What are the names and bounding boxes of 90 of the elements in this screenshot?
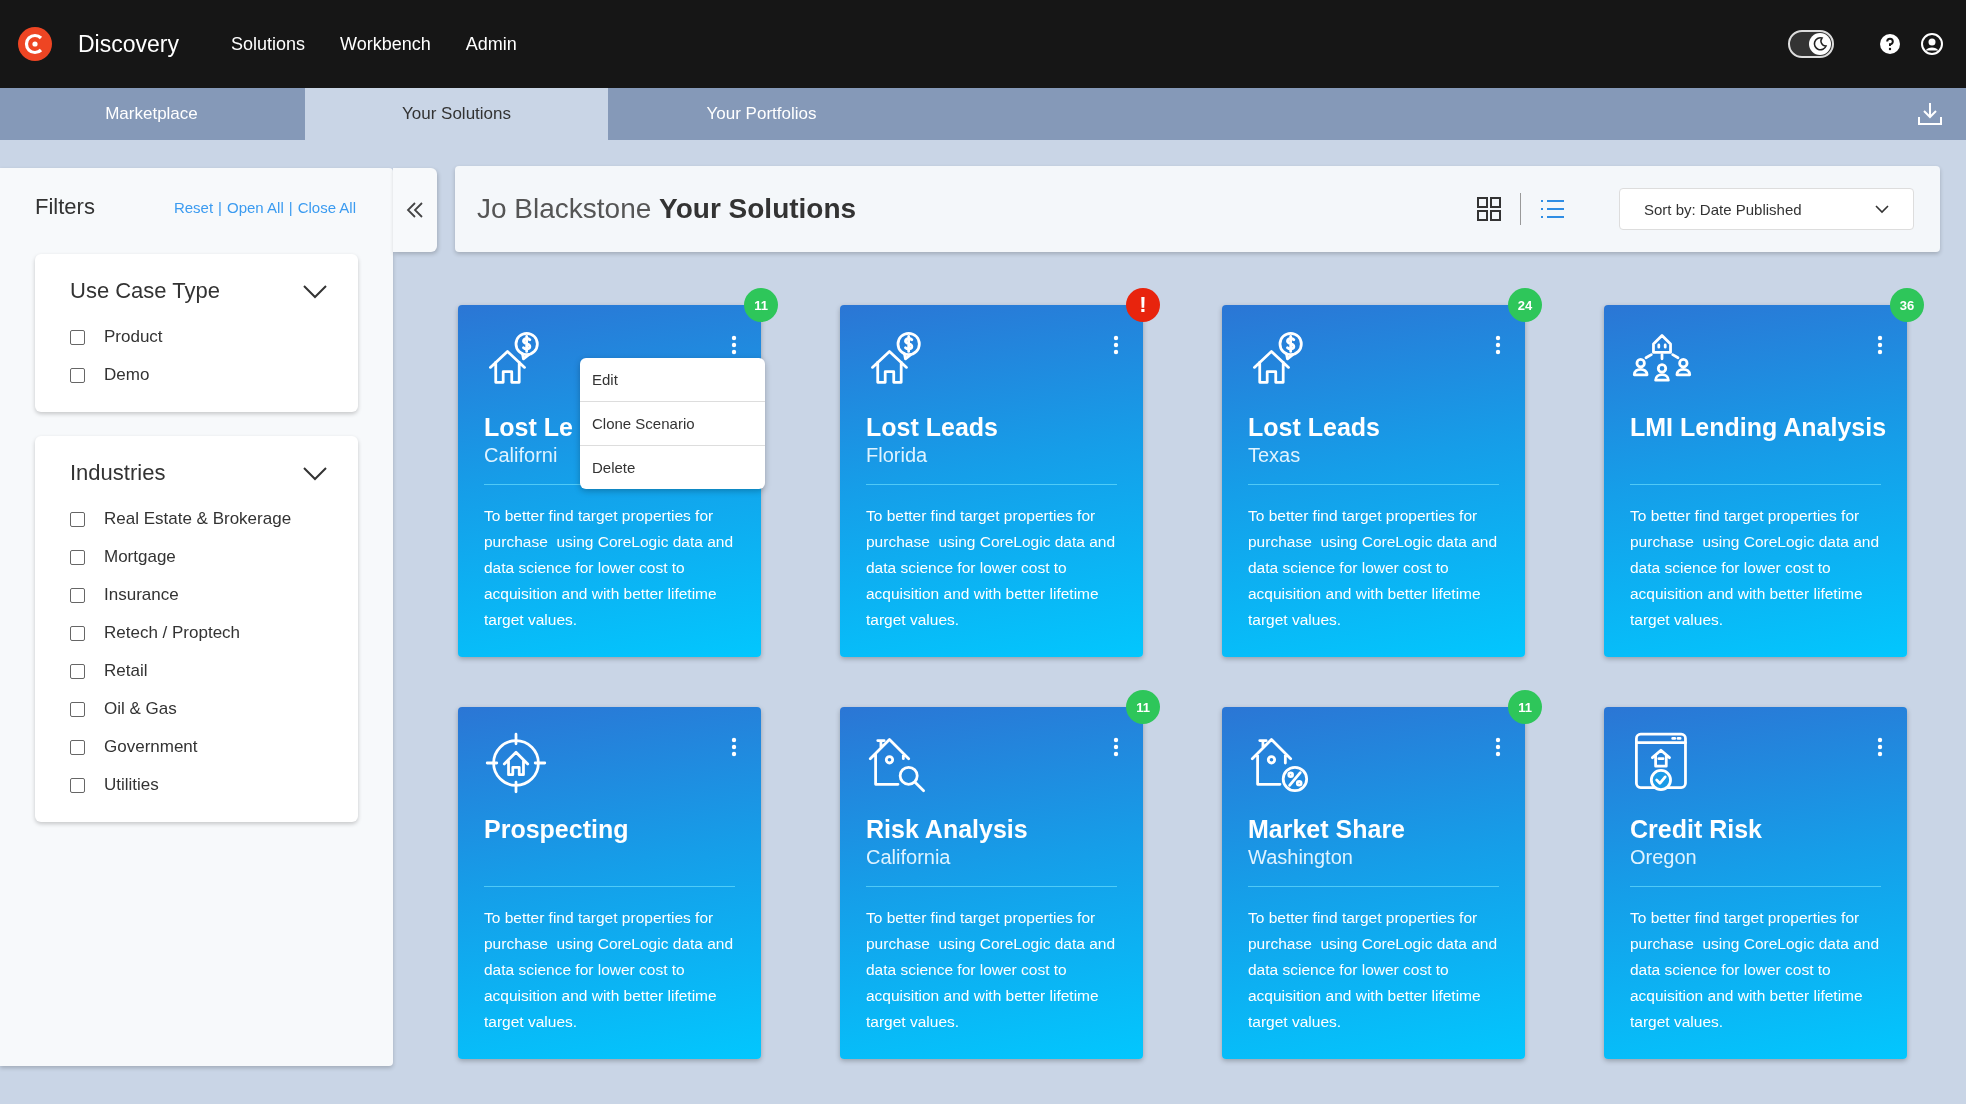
card-subtitle: Texas bbox=[1248, 444, 1301, 466]
link-separator: | bbox=[288, 198, 293, 216]
option-label: Mortgage bbox=[104, 547, 176, 567]
download-icon[interactable] bbox=[1916, 100, 1944, 128]
more-options-icon[interactable] bbox=[731, 737, 737, 757]
menu-item[interactable]: Clone Scenario bbox=[580, 401, 765, 445]
option-label: Oil & Gas bbox=[104, 699, 177, 719]
tab[interactable]: Marketplace bbox=[0, 88, 303, 140]
section-title: Industries bbox=[70, 460, 166, 486]
page-title: Jo Blackstone Your Solutions bbox=[477, 193, 858, 225]
solution-card[interactable]: Credit Risk Oregon To better find target properties for purchase using CoreLogic data and data science for lower cost to acquisition and with better lifetime target values. bbox=[1604, 707, 1907, 1059]
sort-dropdown[interactable]: Sort by: Date Published bbox=[1619, 188, 1914, 230]
moon-icon bbox=[1812, 36, 1828, 52]
card-title: Lost Le bbox=[484, 413, 573, 442]
checkbox[interactable] bbox=[70, 511, 85, 527]
filter-link[interactable]: Open All bbox=[227, 198, 284, 216]
card-description: To better find target properties for purchase using CoreLogic data and data science for lower cost to acquisition and with better lifetime target values. bbox=[866, 908, 1117, 1032]
alert-badge: ! bbox=[1126, 288, 1160, 322]
checkbox[interactable] bbox=[70, 777, 85, 793]
chevron-icon[interactable] bbox=[302, 465, 328, 481]
more-options-icon[interactable] bbox=[1495, 737, 1501, 757]
card-subtitle: California bbox=[866, 846, 951, 868]
help-icon[interactable] bbox=[1878, 32, 1902, 56]
checkbox[interactable] bbox=[70, 329, 85, 345]
filters-title: Filters bbox=[35, 194, 96, 220]
filter-link[interactable]: Reset bbox=[173, 198, 214, 216]
card-title: Lost Leads bbox=[866, 413, 998, 442]
card-description: To better find target properties for purchase using CoreLogic data and data science for lower cost to acquisition and with better lifetime target values. bbox=[1630, 506, 1881, 630]
count-badge: 11 bbox=[1126, 690, 1160, 724]
card-subtitle: Florida bbox=[866, 444, 928, 466]
section-title: Use Case Type bbox=[70, 278, 220, 304]
more-options-icon[interactable] bbox=[1113, 737, 1119, 757]
nav-link[interactable]: Workbench bbox=[340, 33, 431, 55]
more-options-icon[interactable] bbox=[1877, 737, 1883, 757]
caret-icon bbox=[1875, 204, 1889, 214]
link-separator: | bbox=[218, 198, 222, 216]
card-title: Prospecting bbox=[484, 815, 629, 844]
card-description: To better find target properties for purchase using CoreLogic data and data science for lower cost to acquisition and with better lifetime target values. bbox=[1248, 908, 1499, 1032]
card-subtitle: Washington bbox=[1248, 846, 1353, 868]
nav-link[interactable]: Solutions bbox=[230, 33, 306, 55]
logo-icon bbox=[18, 27, 52, 61]
card-title: LMI Lending Analysis bbox=[1630, 413, 1887, 442]
card-title: Lost Leads bbox=[1248, 413, 1380, 442]
more-options-icon[interactable] bbox=[731, 335, 737, 355]
card-title: Risk Analysis bbox=[866, 815, 1028, 844]
tab[interactable]: Your Solutions bbox=[305, 88, 608, 140]
option-label: Real Estate & Brokerage bbox=[104, 509, 292, 529]
more-options-icon[interactable] bbox=[1495, 335, 1501, 355]
chevron-icon[interactable] bbox=[302, 283, 328, 299]
grid-view-icon[interactable] bbox=[1476, 196, 1502, 222]
checkbox[interactable] bbox=[70, 625, 85, 641]
checkbox[interactable] bbox=[70, 739, 85, 755]
card-description: To better find target properties for purchase using CoreLogic data and data science for lower cost to acquisition and with better lifetime target values. bbox=[484, 908, 735, 1032]
user-icon[interactable] bbox=[1920, 32, 1944, 56]
option-label: Insurance bbox=[104, 585, 179, 605]
card-description: To better find target properties for purchase using CoreLogic data and data science for lower cost to acquisition and with better lifetime target values. bbox=[484, 506, 735, 630]
option-label: Utilities bbox=[104, 775, 159, 795]
card-title: Market Share bbox=[1248, 815, 1406, 844]
checkbox[interactable] bbox=[70, 367, 85, 383]
checkbox[interactable] bbox=[70, 549, 85, 565]
count-badge: 11 bbox=[1508, 690, 1542, 724]
count-badge: 36 bbox=[1890, 288, 1924, 322]
count-badge: 11 bbox=[744, 288, 778, 322]
target-house-icon bbox=[484, 731, 548, 795]
option-label: Product bbox=[104, 327, 163, 347]
checkbox[interactable] bbox=[70, 701, 85, 717]
card-description: To better find target properties for purchase using CoreLogic data and data science for lower cost to acquisition and with better lifetime target values. bbox=[1248, 506, 1499, 630]
card-subtitle: Oregon bbox=[1630, 846, 1697, 868]
filter-link[interactable]: Close All bbox=[297, 198, 356, 216]
menu-item[interactable]: Delete bbox=[580, 445, 765, 489]
option-label: Retech / Proptech bbox=[104, 623, 241, 643]
card-title: Credit Risk bbox=[1630, 815, 1762, 844]
solution-card[interactable]: Prospecting To better find target properties for purchase using CoreLogic data and data science for lower cost to acquisition and with better lifetime target values. bbox=[458, 707, 761, 1059]
collapse-panel-button[interactable] bbox=[393, 168, 437, 252]
count-badge: 24 bbox=[1508, 288, 1542, 322]
checkbox[interactable] bbox=[70, 587, 85, 603]
double-chevron-left-icon bbox=[405, 200, 425, 220]
card-description: To better find target properties for purchase using CoreLogic data and data science for lower cost to acquisition and with better lifetime target values. bbox=[1630, 908, 1881, 1032]
tab[interactable]: Your Portfolios bbox=[610, 88, 913, 140]
option-label: Demo bbox=[104, 365, 150, 385]
card-description: To better find target properties for purchase using CoreLogic data and data science for lower cost to acquisition and with better lifetime target values. bbox=[866, 506, 1117, 630]
option-label: Government bbox=[104, 737, 198, 757]
more-options-icon[interactable] bbox=[1877, 335, 1883, 355]
checkbox[interactable] bbox=[70, 663, 85, 679]
option-label: Retail bbox=[104, 661, 148, 681]
more-options-icon[interactable] bbox=[1113, 335, 1119, 355]
app-name: Discovery bbox=[78, 30, 179, 58]
nav-link[interactable]: Admin bbox=[465, 33, 517, 55]
dark-mode-toggle[interactable] bbox=[1788, 30, 1834, 58]
card-subtitle: Californi bbox=[484, 444, 558, 466]
